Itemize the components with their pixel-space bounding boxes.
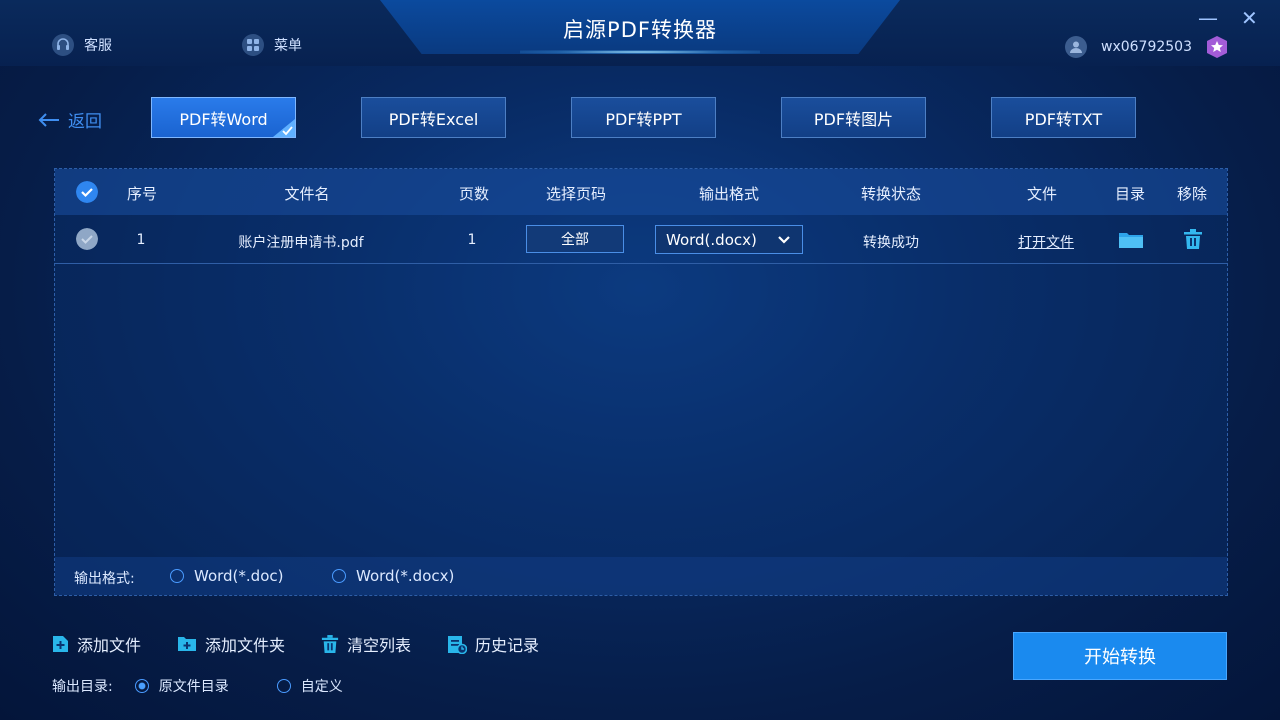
trash-icon: [321, 634, 339, 653]
action-bar: 添加文件 添加文件夹 清空列表 历史记录: [52, 632, 575, 656]
add-folder-label: 添加文件夹: [205, 636, 286, 655]
title-glow: [520, 50, 760, 54]
col-filename: 文件名: [284, 185, 330, 203]
output-format-select[interactable]: Word(.docx): [655, 225, 803, 254]
output-dir-original[interactable]: 原文件目录: [134, 676, 229, 696]
folder-icon[interactable]: [1118, 231, 1144, 249]
tab-label: PDF转Word: [179, 109, 268, 129]
row-checkbox[interactable]: [76, 228, 98, 250]
row-status: 转换成功: [863, 235, 919, 251]
output-format-bar: 输出格式: Word(*.doc) Word(*.docx): [55, 557, 1227, 595]
add-file-icon: [53, 636, 68, 652]
close-button[interactable]: ✕: [1241, 6, 1258, 30]
tab-label: PDF转图片: [813, 109, 894, 129]
radio-custom-dir[interactable]: [276, 679, 291, 693]
add-folder-button[interactable]: 添加文件夹: [177, 632, 285, 656]
table-header: 序号 文件名 页数 选择页码 输出格式 转换状态 文件 目录 移除: [55, 169, 1227, 215]
chevron-down-icon: [778, 236, 790, 244]
radio-docx[interactable]: [332, 569, 346, 583]
user-area[interactable]: wx06792503: [1065, 34, 1230, 60]
user-icon: [1065, 36, 1087, 58]
history-button[interactable]: 历史记录: [447, 632, 539, 656]
row-index: 1: [136, 232, 146, 248]
back-button[interactable]: 返回: [38, 107, 102, 132]
col-folder: 目录: [1114, 185, 1146, 203]
username: wx06792503: [1101, 39, 1192, 55]
start-convert-button[interactable]: 开始转换: [1013, 632, 1227, 680]
trash-icon[interactable]: [1183, 229, 1203, 250]
format-option-doc[interactable]: Word(*.doc): [170, 567, 283, 585]
output-format-label: 输出格式:: [74, 571, 135, 587]
col-output-format: 输出格式: [698, 185, 760, 203]
tab-pdf-to-word[interactable]: PDF转Word: [151, 97, 296, 138]
col-remove: 移除: [1176, 185, 1208, 203]
add-folder-icon: [178, 637, 197, 651]
vip-badge-icon[interactable]: [1204, 34, 1230, 60]
file-table: 序号 文件名 页数 选择页码 输出格式 转换状态 文件 目录 移除 1 账户注册…: [54, 168, 1228, 596]
table-row: 1 账户注册申请书.pdf 1 全部 Word(.docx) 转换成功 打开文件: [55, 215, 1227, 264]
clear-list-button[interactable]: 清空列表: [321, 632, 411, 656]
radio-original-dir[interactable]: [134, 679, 149, 693]
headset-icon: [52, 34, 74, 56]
col-pages: 页数: [458, 185, 490, 203]
col-page-select: 选择页码: [545, 185, 607, 203]
back-label: 返回: [68, 112, 102, 132]
tab-pdf-to-ppt[interactable]: PDF转PPT: [571, 97, 716, 138]
check-icon: [273, 119, 295, 137]
output-dir-label: 输出目录:: [52, 679, 113, 695]
tab-pdf-to-excel[interactable]: PDF转Excel: [361, 97, 506, 138]
add-file-label: 添加文件: [77, 636, 142, 655]
tab-pdf-to-txt[interactable]: PDF转TXT: [991, 97, 1136, 138]
row-pages: 1: [467, 232, 477, 248]
add-file-button[interactable]: 添加文件: [52, 632, 141, 656]
customer-service-button[interactable]: 客服: [52, 34, 112, 56]
minimize-button[interactable]: —: [1198, 6, 1218, 30]
open-file-link[interactable]: 打开文件: [1018, 232, 1074, 252]
col-status: 转换状态: [860, 185, 922, 203]
output-dir-custom[interactable]: 自定义: [276, 676, 343, 696]
customer-service-label: 客服: [84, 38, 112, 54]
row-filename: 账户注册申请书.pdf: [238, 235, 364, 251]
radio-doc[interactable]: [170, 569, 184, 583]
tab-label: PDF转Excel: [388, 109, 479, 129]
clear-list-label: 清空列表: [347, 636, 412, 655]
format-option-docx-label: Word(*.docx): [356, 567, 455, 585]
title-bar: 启源PDF转换器 客服 菜单 — ✕ wx06792503: [0, 0, 1280, 66]
output-format-value: Word(.docx): [666, 230, 757, 249]
col-file: 文件: [1026, 185, 1058, 203]
menu-button[interactable]: 菜单: [242, 34, 302, 56]
col-index: 序号: [126, 185, 158, 203]
back-arrow-icon: [38, 112, 59, 127]
history-label: 历史记录: [475, 636, 540, 655]
format-option-docx[interactable]: Word(*.docx): [332, 567, 454, 585]
format-option-doc-label: Word(*.doc): [194, 567, 284, 585]
tab-pdf-to-image[interactable]: PDF转图片: [781, 97, 926, 138]
select-all-checkbox[interactable]: [76, 181, 98, 203]
output-dir-original-label: 原文件目录: [158, 679, 229, 695]
output-dir-custom-label: 自定义: [300, 679, 343, 695]
output-directory: 输出目录: 原文件目录 自定义: [52, 676, 343, 696]
menu-label: 菜单: [274, 38, 302, 54]
tab-label: PDF转PPT: [605, 109, 682, 129]
history-icon: [448, 635, 468, 654]
menu-grid-icon: [242, 34, 264, 56]
tab-label: PDF转TXT: [1024, 109, 1103, 129]
page-select-button[interactable]: 全部: [526, 225, 624, 253]
